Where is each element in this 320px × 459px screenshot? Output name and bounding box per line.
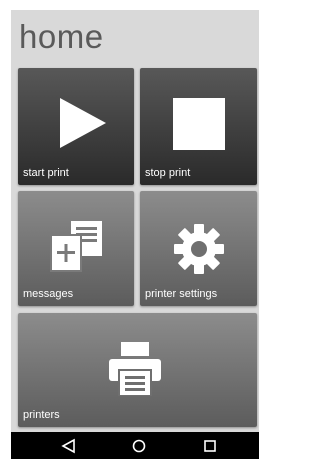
printer-settings-label: printer settings [145,288,218,300]
play-icon [60,98,106,148]
home-screen: home start print stop print messages pri… [11,10,259,432]
printers-label: printers [23,409,60,421]
printers-tile[interactable]: printers [18,313,257,427]
stop-icon [173,98,225,150]
messages-tile[interactable]: messages [18,191,134,306]
back-icon[interactable] [59,432,79,459]
printer-settings-tile[interactable]: printer settings [140,191,257,306]
page-title: home [19,18,104,55]
messages-label: messages [23,288,74,300]
start-print-tile[interactable]: start print [18,68,134,185]
start-print-label: start print [23,167,69,179]
stop-print-tile[interactable]: stop print [140,68,257,185]
system-navigation-bar [11,432,259,459]
home-icon[interactable] [129,432,149,459]
messages-icon [50,221,102,272]
gear-icon [174,224,224,274]
recents-icon[interactable] [200,432,220,459]
printer-icon [109,342,161,396]
stop-print-label: stop print [145,167,191,179]
